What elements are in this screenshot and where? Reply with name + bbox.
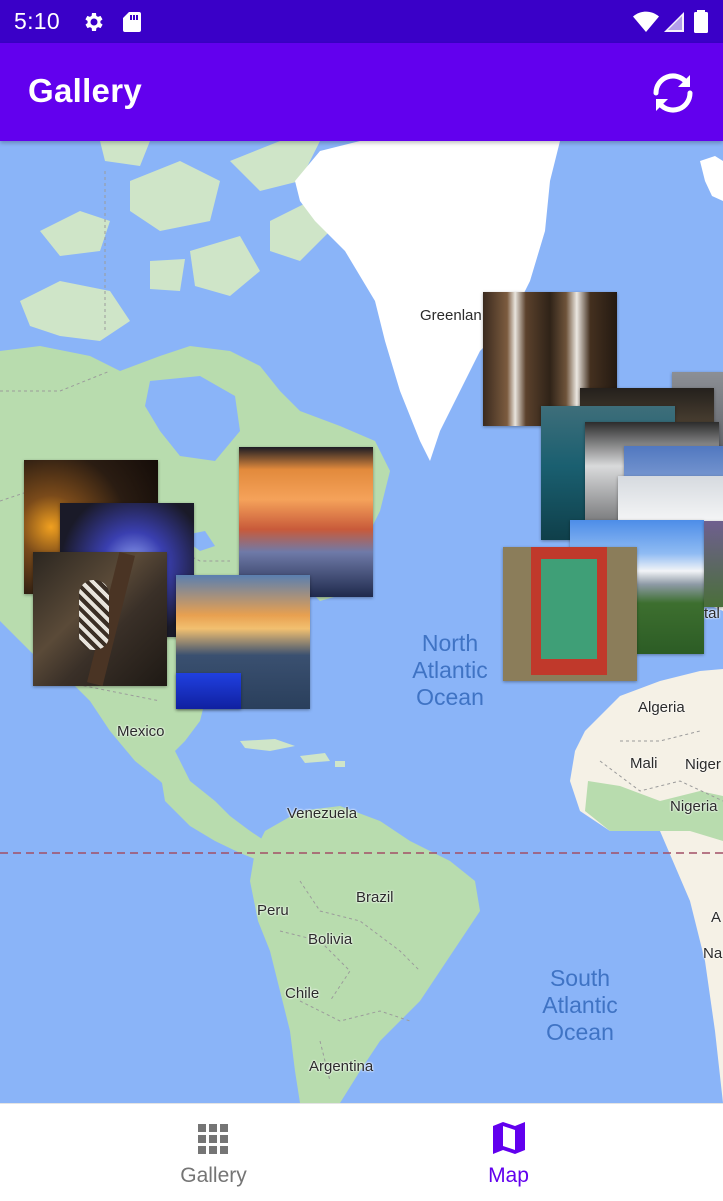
label-north-atlantic-ocean: North Atlantic Ocean (412, 630, 488, 710)
label-edge-na: Na (703, 945, 723, 962)
battery-icon (694, 10, 708, 33)
bird-body (79, 580, 109, 650)
fog-photo[interactable] (618, 476, 723, 521)
label-edge-tal: tal (704, 605, 720, 622)
app-title: Gallery (28, 72, 143, 109)
woodpecker-photo[interactable] (33, 552, 167, 686)
label-algeria: Algeria (638, 699, 685, 716)
app-screen: 5:10 Gallery Greenlan Mexico Venezuela B… (0, 0, 723, 1201)
bottom-navigation: Gallery Map (0, 1103, 723, 1201)
label-greenland: Greenlan (420, 307, 482, 324)
label-niger: Niger (685, 756, 721, 773)
sd-card-icon (123, 12, 141, 32)
grid-icon (198, 1124, 228, 1154)
label-brazil: Brazil (356, 889, 394, 906)
signal-icon (664, 12, 684, 32)
edge-photo[interactable] (704, 521, 723, 607)
nav-item-map[interactable]: Map (328, 1104, 689, 1201)
label-mali: Mali (630, 755, 658, 772)
map-icon (493, 1122, 525, 1154)
label-edge-a: A (711, 909, 722, 926)
label-nigeria: Nigeria (670, 798, 718, 815)
refresh-button[interactable] (646, 66, 700, 120)
status-bar: 5:10 (0, 0, 723, 43)
wifi-icon (633, 11, 659, 32)
map-view[interactable]: Greenlan Mexico Venezuela Brazil Peru Bo… (0, 141, 723, 1103)
label-bolivia: Bolivia (308, 931, 353, 948)
label-mexico: Mexico (117, 723, 165, 740)
label-peru: Peru (257, 902, 289, 919)
refresh-icon (653, 73, 693, 113)
label-argentina: Argentina (309, 1058, 374, 1075)
nav-label-map: Map (488, 1164, 529, 1187)
window-shutter (541, 559, 597, 659)
green-window-photo[interactable] (503, 547, 637, 681)
label-chile: Chile (285, 985, 320, 1002)
gear-icon (85, 13, 103, 31)
blue-photo[interactable] (176, 673, 241, 709)
status-time: 5:10 (14, 8, 60, 34)
app-bar: Gallery (0, 43, 723, 141)
label-south-atlantic-ocean: South Atlantic Ocean (542, 965, 618, 1045)
label-venezuela: Venezuela (287, 805, 358, 822)
